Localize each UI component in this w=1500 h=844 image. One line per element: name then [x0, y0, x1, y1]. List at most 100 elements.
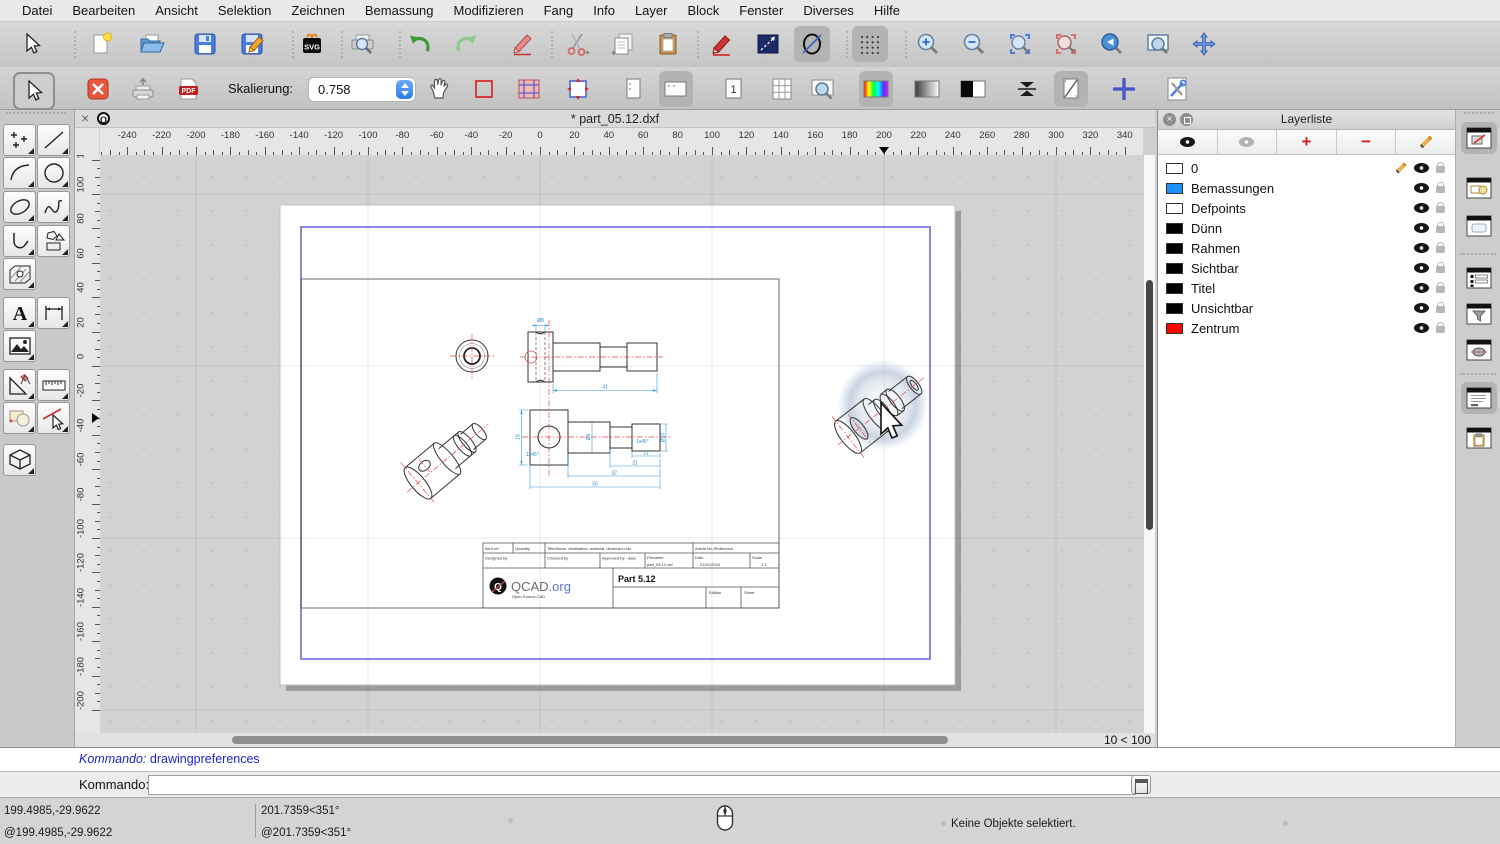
- zoom-window-button[interactable]: [1140, 26, 1176, 62]
- selection-filter-panel-button[interactable]: [1461, 298, 1497, 330]
- point-tool-button[interactable]: [3, 124, 36, 156]
- layer-visible-icon[interactable]: [1414, 243, 1429, 253]
- viewport-button[interactable]: [512, 71, 546, 107]
- layer-lock-icon[interactable]: [1436, 266, 1445, 273]
- shape-tool-button[interactable]: [37, 225, 70, 257]
- add-layer-button[interactable]: +: [1277, 130, 1337, 154]
- redo-button[interactable]: [448, 26, 484, 62]
- layer-color-swatch[interactable]: [1166, 323, 1183, 334]
- grayscale-button[interactable]: [910, 71, 944, 107]
- select-tool-button[interactable]: [14, 26, 50, 62]
- print-preview-button[interactable]: [345, 26, 381, 62]
- layer-color-swatch[interactable]: [1166, 163, 1183, 174]
- preview-settings-button[interactable]: [1160, 71, 1194, 107]
- selection-tool-button[interactable]: [37, 402, 70, 434]
- spline-tool-button[interactable]: [37, 191, 70, 223]
- clipboard-panel-button[interactable]: [1461, 422, 1497, 454]
- image-tool-button[interactable]: [3, 330, 36, 362]
- close-preview-button[interactable]: [81, 71, 115, 107]
- new-file-button[interactable]: [84, 26, 120, 62]
- block-tool-button[interactable]: [3, 402, 36, 434]
- layer-visible-icon[interactable]: [1414, 203, 1429, 213]
- save-as-button[interactable]: [234, 26, 270, 62]
- block-list-panel-button[interactable]: [1461, 172, 1497, 204]
- menu-selektion[interactable]: Selektion: [208, 0, 281, 22]
- menu-fenster[interactable]: Fenster: [729, 0, 793, 22]
- layer-lock-icon[interactable]: [1436, 206, 1445, 213]
- layer-row[interactable]: Titel: [1158, 278, 1455, 298]
- layer-visible-icon[interactable]: [1414, 323, 1429, 333]
- polyline-tool-button[interactable]: [3, 225, 36, 257]
- preview-select-tool-button[interactable]: [13, 72, 55, 110]
- pan-button[interactable]: [1186, 26, 1222, 62]
- black-white-button[interactable]: [956, 71, 990, 107]
- property-editor-panel-button[interactable]: [1461, 262, 1497, 294]
- dashed-line-button[interactable]: [750, 26, 786, 62]
- layer-row[interactable]: Unsichtbar: [1158, 298, 1455, 318]
- zoom-to-page-button[interactable]: [806, 71, 840, 107]
- layer-row[interactable]: 0: [1158, 158, 1455, 178]
- page-landscape-button[interactable]: [659, 71, 693, 107]
- multi-page-button[interactable]: [765, 71, 799, 107]
- layer-color-swatch[interactable]: [1166, 243, 1183, 254]
- undo-button[interactable]: [402, 26, 438, 62]
- vertical-scrollbar[interactable]: [1143, 155, 1155, 733]
- pan-hand-button[interactable]: [422, 71, 456, 107]
- edit-layer-button[interactable]: [1396, 130, 1455, 154]
- single-page-button[interactable]: 1: [716, 71, 750, 107]
- text-tool-button[interactable]: A: [3, 297, 36, 329]
- show-all-layers-button[interactable]: [1158, 130, 1218, 154]
- vertical-scrollbar-thumb[interactable]: [1146, 280, 1153, 530]
- copy-button[interactable]: +: [605, 26, 641, 62]
- horizontal-scrollbar[interactable]: 10 < 100: [75, 733, 1155, 747]
- layer-lock-icon[interactable]: [1436, 226, 1445, 233]
- measure-tool-button[interactable]: [37, 369, 70, 401]
- hide-all-layers-button[interactable]: [1218, 130, 1278, 154]
- menu-zeichnen[interactable]: Zeichnen: [281, 0, 354, 22]
- paper-border-button[interactable]: [467, 71, 501, 107]
- layer-lock-icon[interactable]: [1436, 246, 1445, 253]
- layer-row[interactable]: Defpoints: [1158, 198, 1455, 218]
- open-file-button[interactable]: [134, 26, 170, 62]
- page-portrait-button[interactable]: [616, 71, 650, 107]
- zoom-in-button[interactable]: [910, 26, 946, 62]
- ellipse-tool-button[interactable]: [3, 191, 36, 223]
- arc-tool-button[interactable]: [3, 157, 36, 189]
- panel-close-icon[interactable]: ×: [1163, 113, 1176, 126]
- edit-pencil-button[interactable]: [704, 26, 740, 62]
- panel-detach-icon[interactable]: [1180, 113, 1193, 126]
- pdf-export-button[interactable]: PDF: [171, 71, 205, 107]
- layer-lock-icon[interactable]: [1436, 306, 1445, 313]
- crosshair-button[interactable]: [1107, 71, 1141, 107]
- menu-bemassung[interactable]: Bemassung: [355, 0, 444, 22]
- grid-toggle-button[interactable]: [852, 26, 888, 62]
- layer-color-swatch[interactable]: [1166, 303, 1183, 314]
- layer-row[interactable]: Zentrum: [1158, 318, 1455, 338]
- save-button[interactable]: [187, 26, 223, 62]
- layer-visible-icon[interactable]: [1414, 283, 1429, 293]
- layer-color-swatch[interactable]: [1166, 203, 1183, 214]
- command-input[interactable]: [148, 775, 1136, 795]
- view-list-panel-button[interactable]: [1461, 210, 1497, 242]
- layer-row[interactable]: Sichtbar: [1158, 258, 1455, 278]
- dock-drag-handle[interactable]: [1464, 112, 1494, 114]
- menu-datei[interactable]: Datei: [12, 0, 62, 22]
- menu-layer[interactable]: Layer: [625, 0, 678, 22]
- circle-tool-button[interactable]: [37, 157, 70, 189]
- modify-tool-button[interactable]: [3, 369, 36, 401]
- layer-visible-icon[interactable]: [1414, 223, 1429, 233]
- layer-color-swatch[interactable]: [1166, 263, 1183, 274]
- page-diagonal-button[interactable]: [1054, 71, 1088, 107]
- library-browser-panel-button[interactable]: [1461, 334, 1497, 366]
- menu-diverses[interactable]: Diverses: [793, 0, 864, 22]
- command-panel-toggle-button[interactable]: [1131, 775, 1151, 794]
- layer-lock-icon[interactable]: [1436, 186, 1445, 193]
- zoom-auto-button[interactable]: [1002, 26, 1038, 62]
- scale-combobox[interactable]: 0.758: [308, 77, 416, 102]
- menu-block[interactable]: Block: [677, 0, 729, 22]
- remove-layer-button[interactable]: −: [1337, 130, 1397, 154]
- horizontal-scrollbar-thumb[interactable]: [232, 736, 948, 744]
- layer-visible-icon[interactable]: [1414, 263, 1429, 273]
- layer-visible-icon[interactable]: [1414, 163, 1429, 173]
- dimension-tool-button[interactable]: [37, 297, 70, 329]
